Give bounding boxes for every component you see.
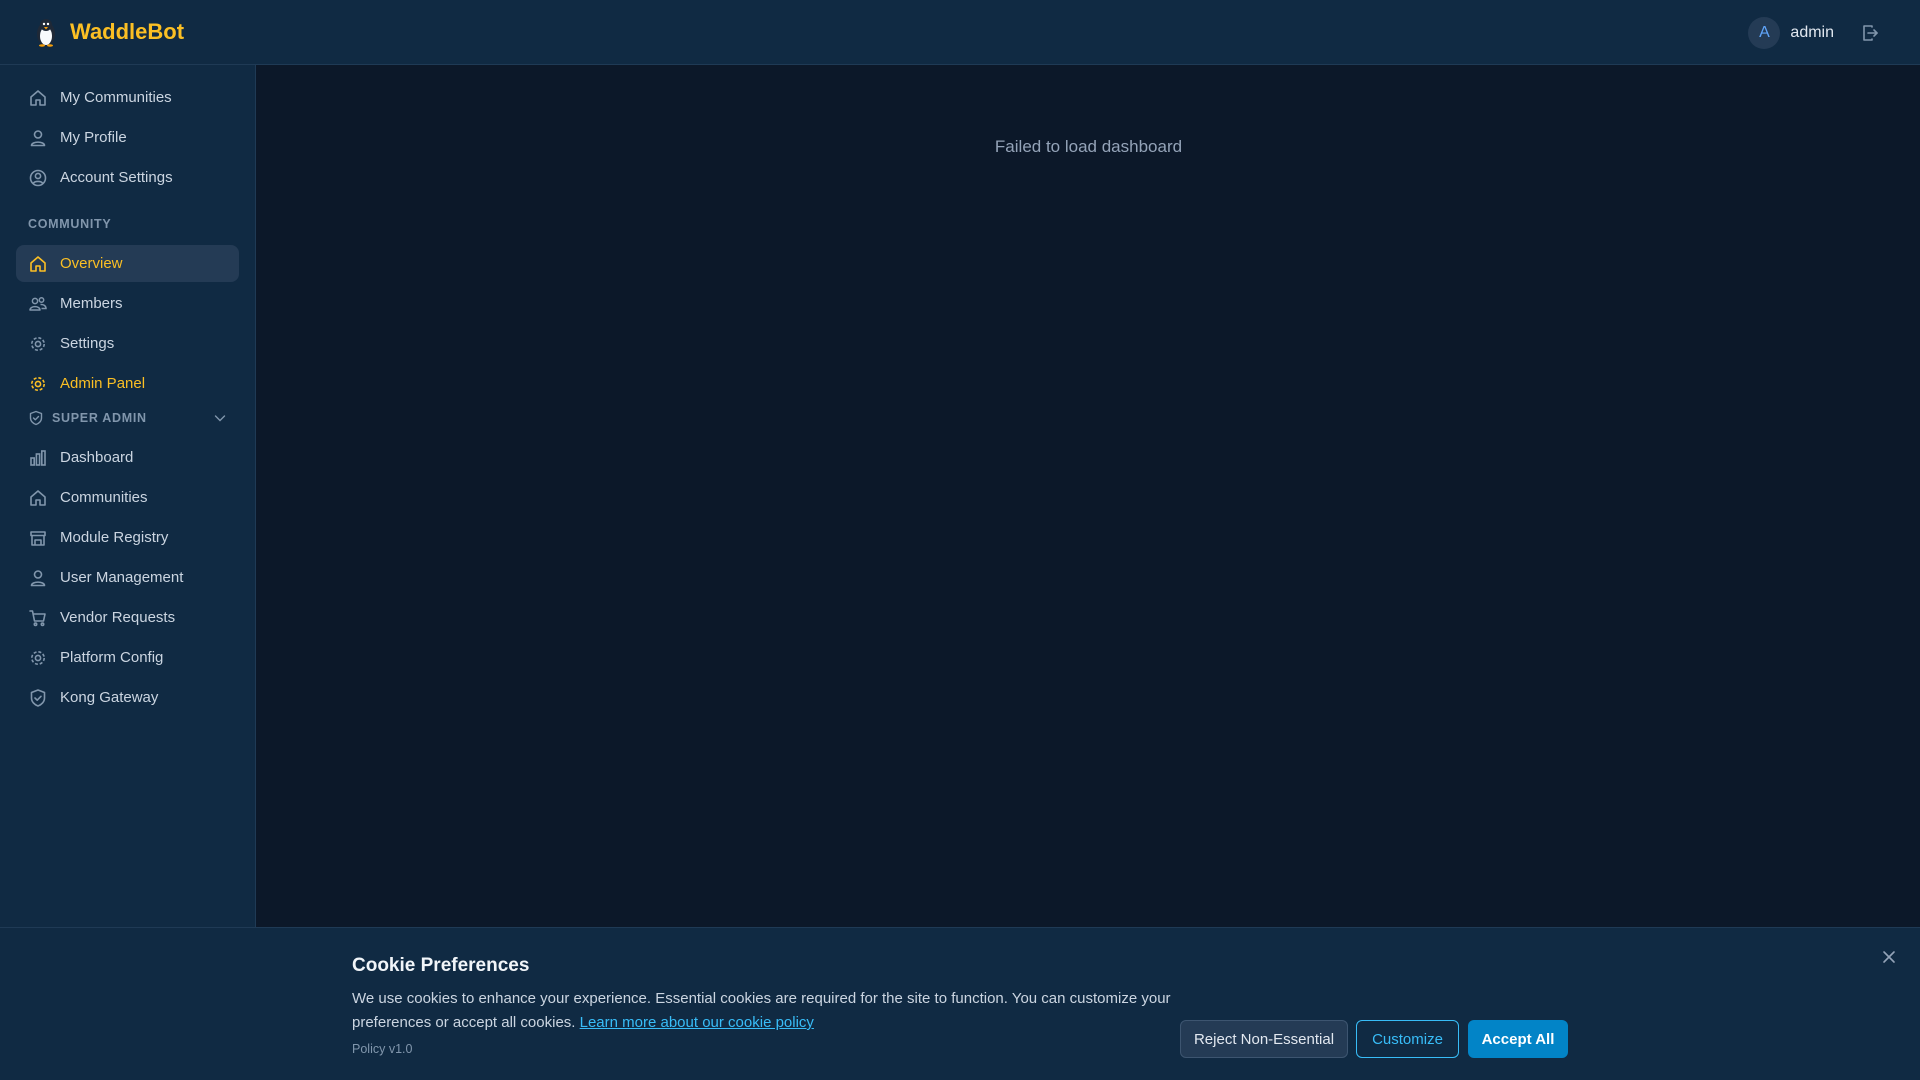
top-header: WaddleBot A admin <box>0 0 1920 65</box>
sidebar-item-settings[interactable]: Settings <box>16 325 239 362</box>
sidebar-item-label: Vendor Requests <box>60 609 176 626</box>
sidebar-item-label: Platform Config <box>60 649 164 666</box>
sidebar-item-label: Communities <box>60 489 148 506</box>
cookie-banner: Cookie Preferences We use cookies to enh… <box>0 927 1920 1080</box>
home-icon <box>28 254 48 274</box>
sidebar-item-module-registry[interactable]: Module Registry <box>16 519 239 556</box>
cart-icon <box>28 608 48 628</box>
sidebar-item-vendor-requests[interactable]: Vendor Requests <box>16 599 239 636</box>
sidebar-item-communities[interactable]: Communities <box>16 479 239 516</box>
sidebar-item-label: Dashboard <box>60 449 134 466</box>
sidebar-item-label: My Profile <box>60 129 127 146</box>
policy-version: Policy v1.0 <box>352 1042 413 1056</box>
sidebar-item-label: Settings <box>60 335 115 352</box>
shield-check-icon <box>28 688 48 708</box>
penguin-logo-icon <box>37 19 55 47</box>
super-admin-section-toggle[interactable]: SUPER ADMIN <box>28 408 228 428</box>
sidebar-item-my-profile[interactable]: My Profile <box>16 119 239 156</box>
sidebar-item-label: Members <box>60 295 123 312</box>
gear-icon <box>28 648 48 668</box>
users-icon <box>28 294 48 314</box>
sidebar-item-label: My Communities <box>60 89 172 106</box>
cookie-banner-text: We use cookies to enhance your experienc… <box>352 987 1182 1035</box>
sidebar-item-members[interactable]: Members <box>16 285 239 322</box>
cookie-banner-title: Cookie Preferences <box>352 955 530 976</box>
user-icon <box>28 128 48 148</box>
store-icon <box>28 528 48 548</box>
sidebar-item-user-management[interactable]: User Management <box>16 559 239 596</box>
reject-non-essential-button[interactable]: Reject Non-Essential <box>1180 1020 1348 1058</box>
sidebar-item-label: User Management <box>60 569 184 586</box>
sidebar-item-dashboard[interactable]: Dashboard <box>16 439 239 476</box>
sidebar-item-kong-gateway[interactable]: Kong Gateway <box>16 679 239 716</box>
sidebar-item-label: Kong Gateway <box>60 689 159 706</box>
user-area: A admin <box>1748 0 1880 65</box>
sidebar: My Communities My Profile Account Settin… <box>0 65 256 927</box>
brand[interactable]: WaddleBot <box>33 17 184 47</box>
home-icon <box>28 488 48 508</box>
sidebar-item-my-communities[interactable]: My Communities <box>16 79 239 116</box>
accept-all-button[interactable]: Accept All <box>1468 1020 1568 1058</box>
sidebar-item-label: Module Registry <box>60 529 169 546</box>
sidebar-item-account-settings[interactable]: Account Settings <box>16 159 239 196</box>
user-icon <box>28 568 48 588</box>
cookie-policy-link[interactable]: Learn more about our cookie policy <box>580 1014 814 1031</box>
sidebar-item-admin-panel[interactable]: Admin Panel <box>16 365 239 402</box>
sidebar-item-label: Account Settings <box>60 169 173 186</box>
sidebar-item-label: Admin Panel <box>60 375 146 392</box>
logout-icon[interactable] <box>1860 23 1880 43</box>
close-icon[interactable] <box>1880 948 1898 966</box>
gear-icon <box>28 374 48 394</box>
chevron-down-icon <box>212 410 228 426</box>
home-icon <box>28 88 48 108</box>
customize-button[interactable]: Customize <box>1356 1020 1459 1058</box>
username[interactable]: admin <box>1790 24 1834 42</box>
super-admin-label: SUPER ADMIN <box>52 411 147 425</box>
app-name: WaddleBot <box>70 19 185 44</box>
sidebar-item-overview[interactable]: Overview <box>16 245 239 282</box>
user-circle-icon <box>28 168 48 188</box>
bar-chart-icon <box>28 448 48 468</box>
sidebar-item-platform-config[interactable]: Platform Config <box>16 639 239 676</box>
dashboard-error-message: Failed to load dashboard <box>994 137 1183 156</box>
community-section-label: COMMUNITY <box>28 217 112 231</box>
shield-check-icon <box>28 410 44 426</box>
gear-icon <box>28 334 48 354</box>
sidebar-item-label: Overview <box>60 255 123 272</box>
avatar[interactable]: A <box>1748 16 1781 49</box>
